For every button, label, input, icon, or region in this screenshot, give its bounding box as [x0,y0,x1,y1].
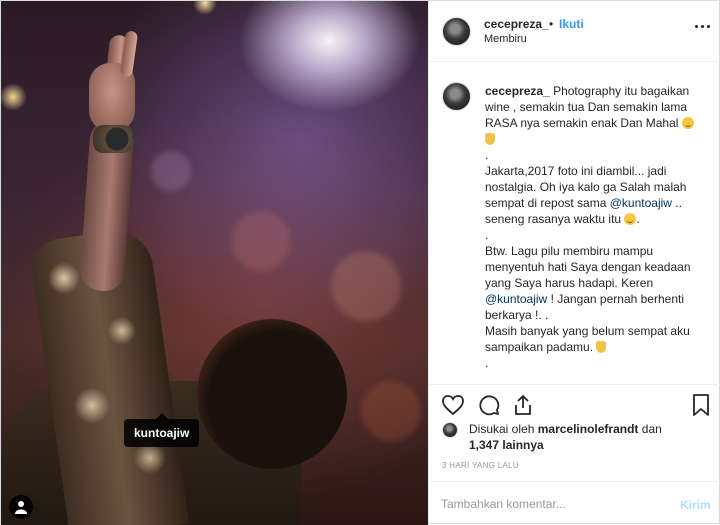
comment-input[interactable] [441,494,661,514]
caption-line: . [485,356,489,370]
share-icon[interactable] [511,393,535,417]
header-separator: • [549,17,554,31]
comment-icon[interactable] [477,393,501,417]
caption-username[interactable]: cecepreza_ [485,84,550,98]
post-location[interactable]: Membiru [484,33,527,45]
wristwatch [93,125,133,153]
post-header: cecepreza_ • Ikuti Membiru [429,1,720,62]
liker-avatar[interactable] [442,422,458,438]
smiling-emoji-icon [681,117,694,129]
post-photo[interactable]: kuntoajiw [1,1,428,525]
likes-count[interactable]: 1,347 lainnya [469,438,544,452]
horns-hand-emoji-icon [485,133,495,145]
bookmark-icon[interactable] [689,393,713,417]
caption-line: . [485,148,489,162]
caption-line: Btw. Lagu pilu membiru mampu menyentuh h… [485,244,691,290]
bokeh-light [331,251,401,321]
likes-text: Disukai oleh marcelinolefrandt dan 1,347… [469,421,709,453]
action-bar [429,384,720,424]
author-username[interactable]: cecepreza_ [484,17,549,31]
more-options-icon[interactable] [693,19,713,35]
mention-link[interactable]: @kuntoajiw [485,292,547,306]
photo-user-tag[interactable]: kuntoajiw [124,413,200,447]
instagram-post: kuntoajiw cecepreza_ • Ikuti Membiru cec… [0,0,720,525]
liker-username[interactable]: marcelinolefrandt [538,422,639,436]
likes-prefix: Disukai oleh [469,422,535,436]
likes-joiner: dan [641,422,662,436]
caption-line: Masih banyak yang belum sempat aku sampa… [485,324,690,354]
follow-button[interactable]: Ikuti [559,17,584,31]
bokeh-light [231,211,291,271]
add-comment-bar: Kirim [429,481,720,525]
caption-line: .. [675,196,682,210]
mention-link[interactable]: @kuntoajiw [610,196,672,210]
bokeh-light [361,381,421,441]
caption-author-avatar[interactable] [442,82,471,111]
author-avatar[interactable] [442,17,471,46]
user-tags-icon[interactable] [9,495,33,519]
post-side-panel: cecepreza_ • Ikuti Membiru cecepreza_ Ph… [428,1,720,525]
caption-line: seneng rasanya waktu itu [485,212,622,226]
caption-text: cecepreza_ Photography itu bagaikan wine… [485,83,703,371]
person-head [197,319,347,469]
post-comment-button[interactable]: Kirim [680,498,711,512]
grinning-emoji-icon [624,213,637,225]
horns-hand-emoji-icon [596,341,607,353]
heart-icon[interactable] [441,393,465,417]
bokeh-light [151,151,191,191]
post-timestamp[interactable]: 3 HARI YANG LALU [442,461,519,470]
caption-line: . [485,228,489,242]
caption-section: cecepreza_ Photography itu bagaikan wine… [429,62,720,384]
